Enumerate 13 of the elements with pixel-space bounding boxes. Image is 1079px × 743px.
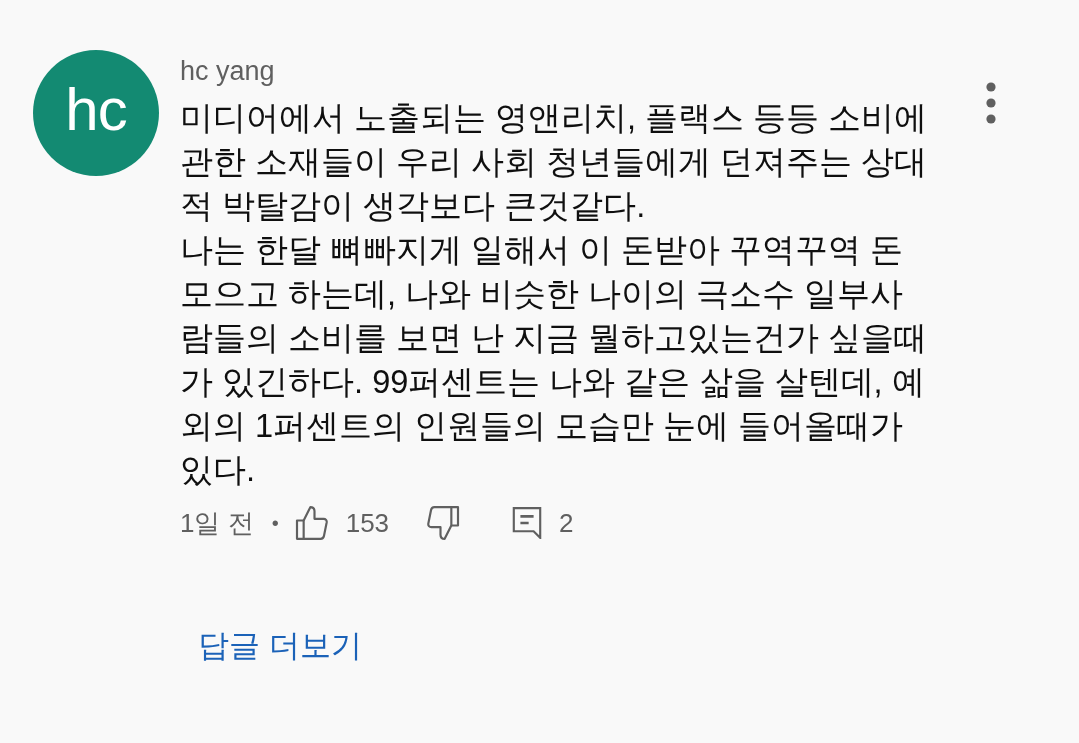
avatar-initials: hc (65, 80, 127, 145)
comment-text: 미디어에서 노출되는 영앤리치, 플랙스 등등 소비에 관한 소재들이 우리 사회 청년들에게 던져주는 상대적 박탈감이 생각보다 큰것같다. 나는 한달 뼈빠지게 일해서 이 돈받아 꾸역꾸역 돈 모으고 하는데, 나와 비슷한 나이의 극소수 일부사람들의 소비를 보면 난 지금 뭘하고있는건가 싶을때가 있긴하다. 99퍼센트는 나와 같은 삶을 살텐데, 예외의 1퍼센트의 인원들의 모습만 눈에 들어올때가 있다. (180, 98, 929, 490)
more-options-icon[interactable] (984, 82, 998, 124)
author-name[interactable]: hc yang (180, 54, 275, 88)
separator-dot: • (271, 511, 279, 536)
thumbs-up-icon[interactable] (294, 506, 329, 540)
more-replies-button[interactable]: 답글 더보기 (180, 620, 380, 672)
comment-time: 1일 전 (180, 507, 254, 540)
thumbs-down-icon[interactable] (426, 506, 461, 540)
comment-icon[interactable] (511, 507, 544, 539)
like-count: 153 (345, 507, 390, 540)
reply-count: 2 (559, 507, 574, 540)
avatar[interactable]: hc (33, 50, 159, 176)
